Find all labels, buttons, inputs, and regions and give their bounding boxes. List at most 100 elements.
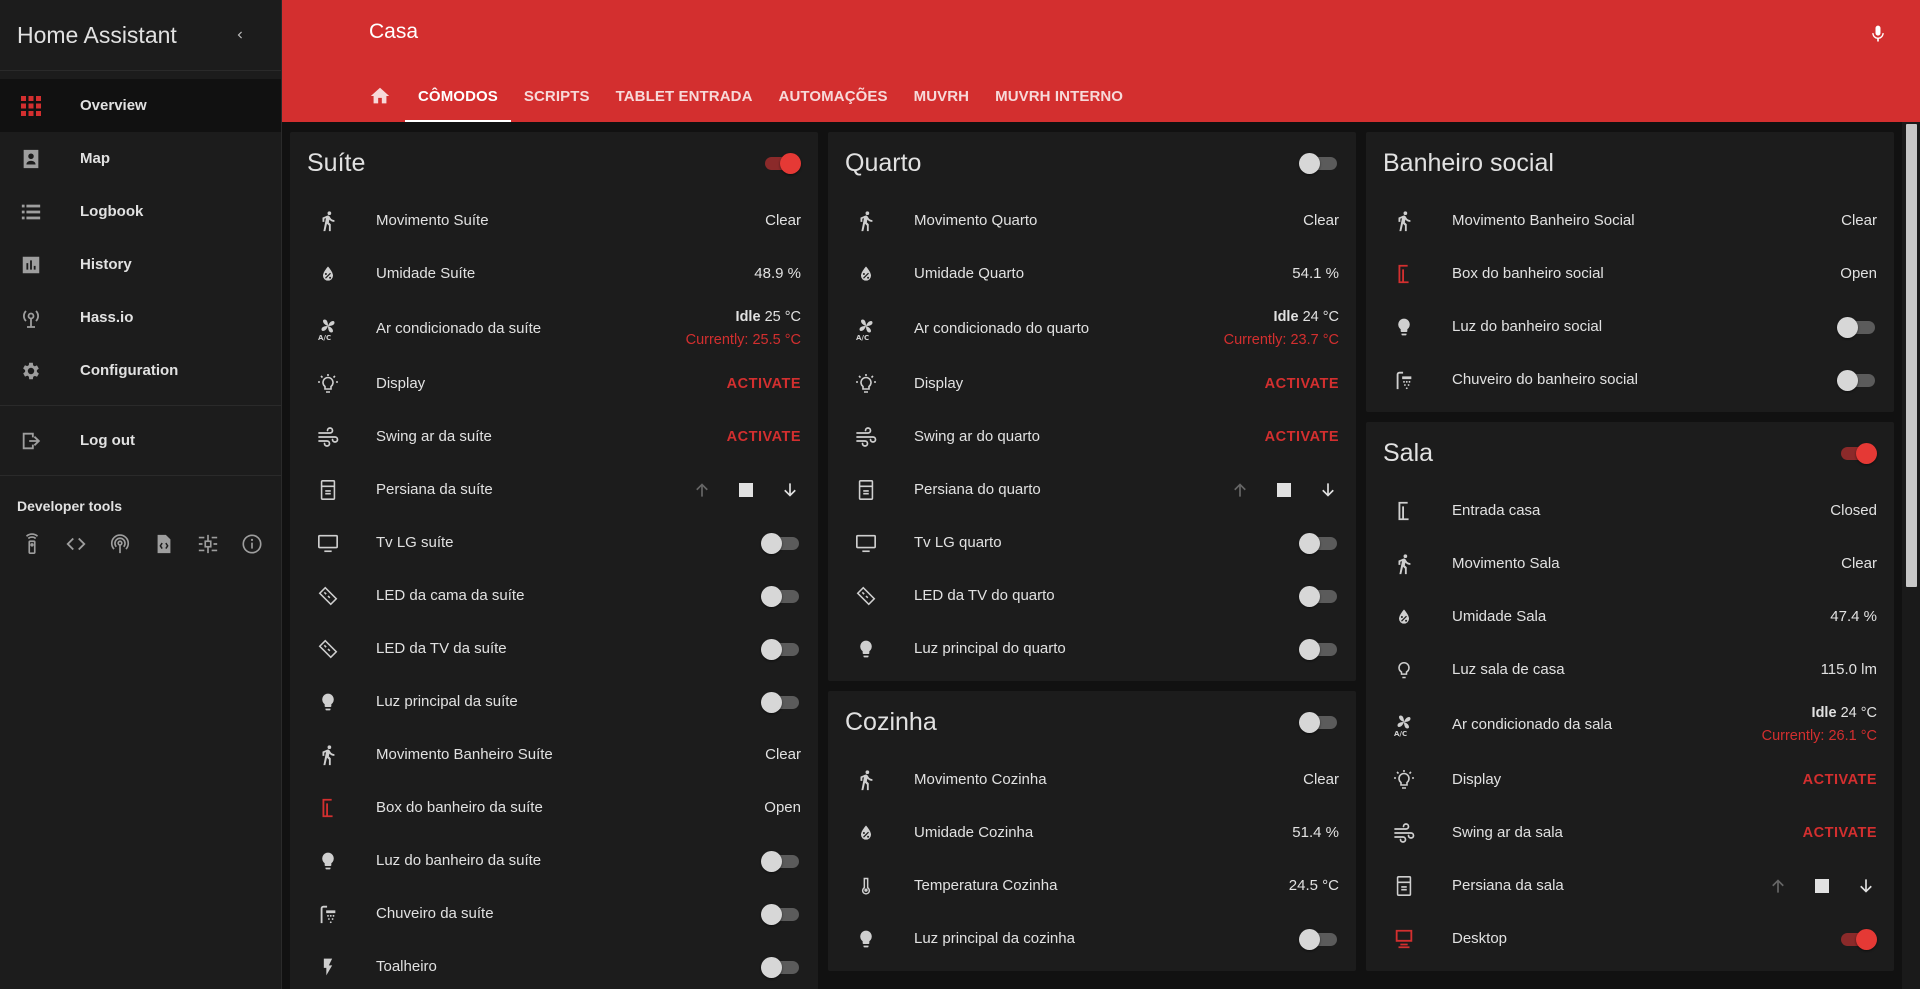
entity-toggle[interactable] <box>1837 927 1877 951</box>
sidebar-item-label: Configuration <box>80 362 179 379</box>
quarto-group-toggle[interactable] <box>1299 151 1339 175</box>
stop-icon[interactable] <box>735 479 757 501</box>
tab-muvrh[interactable]: MUVRH <box>901 70 983 122</box>
entity-toggle[interactable] <box>1837 368 1877 392</box>
tab-comodos[interactable]: CÔMODOS <box>405 70 511 122</box>
entity-row: Persiana da suíte <box>290 463 818 516</box>
entity-row: Tv LG quarto <box>828 516 1356 569</box>
activate-button[interactable]: ACTIVATE <box>1803 825 1877 841</box>
entity-name: Luz principal do quarto <box>914 640 1066 657</box>
card-quarto: Quarto Movimento Quarto Clear Umidade Qu… <box>828 132 1356 681</box>
entity-state: Clear <box>765 212 801 229</box>
stop-icon[interactable] <box>1273 479 1295 501</box>
sidebar-item-logbook[interactable]: Logbook <box>0 185 281 238</box>
activate-button[interactable]: ACTIVATE <box>727 429 801 445</box>
entity-row: Chuveiro do banheiro social <box>1366 353 1894 406</box>
file-code-icon[interactable] <box>150 530 178 558</box>
code-icon[interactable] <box>62 530 90 558</box>
entity-row[interactable]: Umidade Sala 47.4 % <box>1366 590 1894 643</box>
tab-automacoes[interactable]: AUTOMAÇÕES <box>766 70 901 122</box>
arrow-up-icon[interactable] <box>1229 479 1251 501</box>
sala-group-toggle[interactable] <box>1837 441 1877 465</box>
sidebar-item-label: Hass.io <box>80 309 134 326</box>
sidebar-item-logout[interactable]: Log out <box>0 414 281 467</box>
entity-toggle[interactable] <box>1299 531 1339 555</box>
entity-row[interactable]: Umidade Suíte 48.9 % <box>290 247 818 300</box>
air-conditioner-icon: A/C <box>315 316 341 342</box>
card-header: Quarto <box>828 132 1356 194</box>
broadcast-icon[interactable] <box>106 530 134 558</box>
lightbulb-icon <box>315 848 341 874</box>
activate-button[interactable]: ACTIVATE <box>1265 429 1339 445</box>
activate-button[interactable]: ACTIVATE <box>1803 772 1877 788</box>
entity-row[interactable]: A/C Ar condicionado da sala Idle 24 °C C… <box>1366 696 1894 753</box>
tab-tablet-entrada[interactable]: TABLET ENTRADA <box>603 70 766 122</box>
entity-row[interactable]: Movimento Quarto Clear <box>828 194 1356 247</box>
timeline-icon[interactable] <box>194 530 222 558</box>
entity-toggle[interactable] <box>1299 584 1339 608</box>
arrow-down-icon[interactable] <box>779 479 801 501</box>
sidebar-item-configuration[interactable]: Configuration <box>0 344 281 397</box>
entity-row[interactable]: A/C Ar condicionado do quarto Idle 24 °C… <box>828 300 1356 357</box>
entity-state: 51.4 % <box>1292 824 1339 841</box>
led-strip-icon <box>315 636 341 662</box>
entity-toggle[interactable] <box>761 637 801 661</box>
activate-button[interactable]: ACTIVATE <box>727 376 801 392</box>
entity-row: Tv LG suíte <box>290 516 818 569</box>
entity-toggle[interactable] <box>761 902 801 926</box>
sidebar-nav: Overview Map Logbook History Hass.io Con… <box>0 71 281 476</box>
suite-group-toggle[interactable] <box>761 151 801 175</box>
entity-row[interactable]: A/C Ar condicionado da suíte Idle 25 °C … <box>290 300 818 357</box>
entity-row[interactable]: Umidade Cozinha 51.4 % <box>828 806 1356 859</box>
tab-muvrh-interno[interactable]: MUVRH INTERNO <box>982 70 1136 122</box>
entity-row[interactable]: Temperatura Cozinha 24.5 °C <box>828 859 1356 912</box>
entity-row[interactable]: Box do banheiro da suíte Open <box>290 781 818 834</box>
entity-toggle[interactable] <box>761 955 801 979</box>
tab-home[interactable] <box>369 70 405 122</box>
arrow-down-icon[interactable] <box>1317 479 1339 501</box>
scrollbar-thumb[interactable] <box>1906 124 1917 587</box>
entity-toggle[interactable] <box>1299 637 1339 661</box>
scrollbar[interactable] <box>1902 122 1920 989</box>
entity-name: Tv LG quarto <box>914 534 1002 551</box>
info-icon[interactable] <box>238 530 266 558</box>
entity-toggle[interactable] <box>761 849 801 873</box>
sidebar-item-map[interactable]: Map <box>0 132 281 185</box>
tab-scripts[interactable]: SCRIPTS <box>511 70 603 122</box>
chevron-left-icon[interactable] <box>227 22 253 48</box>
remote-icon[interactable] <box>18 530 46 558</box>
entity-toggle[interactable] <box>1837 315 1877 339</box>
entity-row[interactable]: Movimento Sala Clear <box>1366 537 1894 590</box>
entity-toggle[interactable] <box>761 531 801 555</box>
entity-row: Swing ar da suíte ACTIVATE <box>290 410 818 463</box>
entity-toggle[interactable] <box>761 584 801 608</box>
arrow-up-icon[interactable] <box>1767 875 1789 897</box>
activate-button[interactable]: ACTIVATE <box>1265 376 1339 392</box>
walk-icon <box>1391 208 1417 234</box>
exit-icon <box>17 427 45 455</box>
weather-windy-icon <box>1391 820 1417 846</box>
entity-row[interactable]: Movimento Suíte Clear <box>290 194 818 247</box>
microphone-icon[interactable] <box>1864 20 1892 48</box>
entity-row[interactable]: Box do banheiro social Open <box>1366 247 1894 300</box>
arrow-up-icon[interactable] <box>691 479 713 501</box>
cozinha-group-toggle[interactable] <box>1299 710 1339 734</box>
entity-row[interactable]: Movimento Banheiro Suíte Clear <box>290 728 818 781</box>
entity-row[interactable]: Luz sala de casa 115.0 lm <box>1366 643 1894 696</box>
sidebar-item-overview[interactable]: Overview <box>0 79 281 132</box>
entity-row[interactable]: Movimento Banheiro Social Clear <box>1366 194 1894 247</box>
entity-row[interactable]: Umidade Quarto 54.1 % <box>828 247 1356 300</box>
column-3: Banheiro social Movimento Banheiro Socia… <box>1366 132 1894 981</box>
entity-row[interactable]: Entrada casa Closed <box>1366 484 1894 537</box>
sidebar-item-hassio[interactable]: Hass.io <box>0 291 281 344</box>
entity-name: Display <box>914 375 964 392</box>
sidebar-item-label: Overview <box>80 97 147 114</box>
arrow-down-icon[interactable] <box>1855 875 1877 897</box>
entity-row[interactable]: Movimento Cozinha Clear <box>828 753 1356 806</box>
stop-icon[interactable] <box>1811 875 1833 897</box>
sidebar-item-label: Log out <box>80 432 135 449</box>
entity-toggle[interactable] <box>761 690 801 714</box>
entity-name: Ar condicionado da sala <box>1452 716 1613 733</box>
sidebar-item-history[interactable]: History <box>0 238 281 291</box>
entity-toggle[interactable] <box>1299 927 1339 951</box>
